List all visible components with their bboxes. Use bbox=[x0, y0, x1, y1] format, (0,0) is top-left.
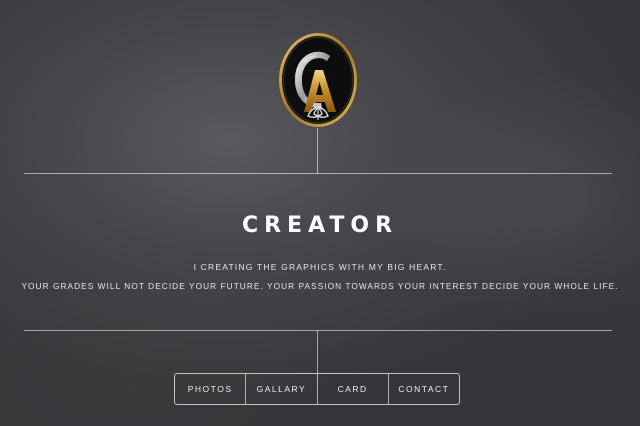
tagline-secondary: YOUR GRADES WILL NOT DECIDE YOUR FUTURE.… bbox=[21, 281, 619, 291]
main-navigation: PHOTOS GALLARY CARD CONTACT bbox=[174, 373, 460, 405]
nav-gallary-button[interactable]: GALLARY bbox=[246, 374, 318, 404]
connector-line-bottom bbox=[317, 331, 318, 373]
monogram-ca-logo-icon bbox=[279, 33, 357, 127]
divider-bottom bbox=[24, 330, 612, 331]
divider-top bbox=[24, 173, 612, 174]
nav-contact-button[interactable]: CONTACT bbox=[389, 374, 459, 404]
nav-card-button[interactable]: CARD bbox=[318, 374, 389, 404]
monogram-logo[interactable] bbox=[278, 32, 358, 128]
page-title: CREATOR bbox=[241, 213, 399, 238]
tagline-primary: I CREATING THE GRAPHICS WITH MY BIG HEAR… bbox=[193, 262, 447, 272]
connector-line-top bbox=[317, 128, 318, 174]
nav-photos-button[interactable]: PHOTOS bbox=[175, 374, 247, 404]
